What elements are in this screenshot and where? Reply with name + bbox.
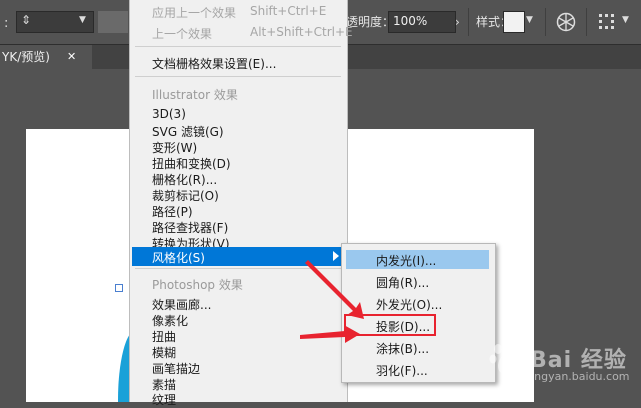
shortcut-apply-last-effect: Shift+Ctrl+E: [250, 4, 327, 18]
chevron-right-icon[interactable]: ›: [455, 11, 465, 33]
baidu-paw-icon: [489, 340, 520, 375]
menu-item-crop-marks[interactable]: 裁剪标记(O): [152, 187, 219, 204]
menu-separator: [135, 76, 341, 77]
menu-item-distort[interactable]: 扭曲: [152, 328, 176, 345]
graphic-style-swatch[interactable]: [503, 11, 525, 33]
submenu-item-inner-glow[interactable]: 内发光(I)...: [376, 252, 436, 269]
menu-item-blur[interactable]: 模糊: [152, 344, 176, 361]
watermark: Bai 经验 jingyan.baidu.com: [488, 338, 638, 386]
menu-separator: [135, 46, 341, 47]
shortcut-last-effect: Alt+Shift+Ctrl+E: [250, 25, 353, 39]
chevron-down-icon[interactable]: ▼: [526, 15, 533, 25]
menu-item-rasterize[interactable]: 栅格化(R)...: [152, 171, 217, 188]
document-tab-title: YK/预览): [2, 50, 50, 64]
submenu-item-outer-glow[interactable]: 外发光(O)...: [376, 296, 442, 313]
watermark-url: jingyan.baidu.com: [528, 370, 630, 383]
annotation-arrow-icon: [300, 260, 364, 343]
divider: [586, 8, 587, 36]
menu-item-last-effect: 上一个效果: [152, 27, 213, 41]
chevron-down-icon: ▼: [79, 15, 86, 25]
chevron-down-icon[interactable]: ▼: [622, 15, 629, 25]
recolor-artwork-icon[interactable]: [556, 12, 576, 32]
submenu-item-feather[interactable]: 羽化(F)...: [376, 362, 428, 379]
menu-item-pixelate[interactable]: 像素化: [152, 312, 188, 329]
menu-item-distort-transform[interactable]: 扭曲和变换(D): [152, 155, 231, 172]
menu-item-svg-filters[interactable]: SVG 滤镜(G): [152, 123, 224, 140]
menu-item-apply-last-effect: 应用上一个效果: [152, 6, 237, 20]
menu-item-texture[interactable]: 纹理: [152, 391, 176, 408]
selection-handle[interactable]: [115, 284, 123, 292]
menu-item-brush-strokes[interactable]: 画笔描边: [152, 360, 200, 377]
menu-item-raster-effect-settings[interactable]: 文档栅格效果设置(E)...: [152, 55, 276, 72]
opacity-value: 100%: [393, 14, 428, 28]
submenu-item-round-corners[interactable]: 圆角(R)...: [376, 274, 429, 291]
section-header-photoshop: Photoshop 效果: [152, 278, 243, 292]
close-icon[interactable]: ✕: [67, 45, 76, 69]
opacity-label: 透明度：: [346, 15, 395, 29]
menu-item-stylize-label: 风格化(S): [152, 251, 205, 265]
divider: [468, 8, 469, 36]
menu-item-path[interactable]: 路径(P): [152, 203, 193, 220]
align-grid-icon[interactable]: [597, 12, 617, 32]
menu-item-3d[interactable]: 3D(3): [152, 107, 186, 121]
opacity-input[interactable]: 100%: [388, 11, 456, 33]
divider: [545, 8, 546, 36]
menu-item-pathfinder[interactable]: 路径查找器(F): [152, 219, 228, 236]
variable-width-swatch[interactable]: [98, 11, 128, 33]
menu-item-warp[interactable]: 变形(W): [152, 139, 197, 156]
stroke-label-fragment: :: [4, 16, 9, 31]
section-header-illustrator: Illustrator 效果: [152, 88, 238, 102]
stepper-icon: ⇕: [21, 13, 32, 27]
document-tab[interactable]: YK/预览) ✕: [0, 45, 92, 69]
stroke-weight-field[interactable]: ⇕ ▼: [16, 11, 94, 33]
menu-item-effect-gallery[interactable]: 效果画廊...: [152, 296, 211, 313]
submenu-item-scribble[interactable]: 涂抹(B)...: [376, 340, 429, 357]
